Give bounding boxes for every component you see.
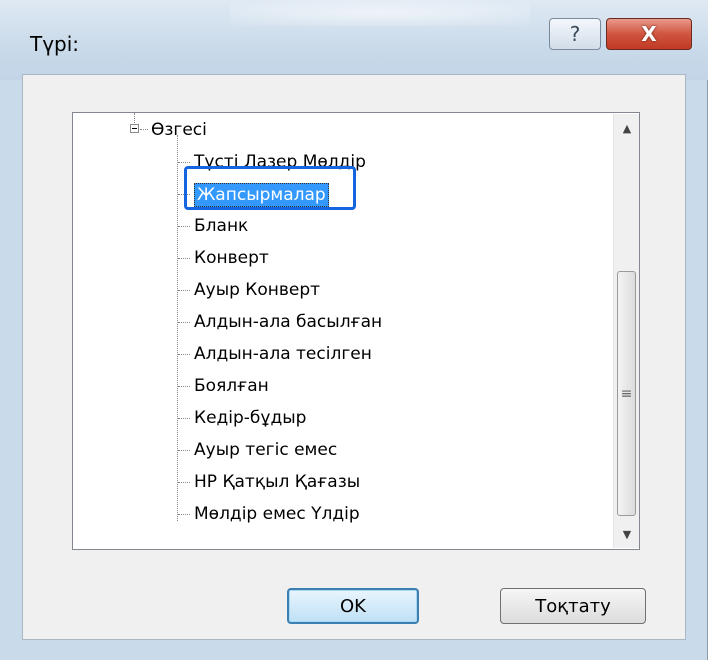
- tree-item[interactable]: Ауыр тегіс емес: [194, 439, 337, 461]
- tree-line-child: [178, 162, 190, 163]
- tree-item[interactable]: Конверт: [194, 247, 269, 269]
- tree-item[interactable]: HP Қатқыл Қағазы: [194, 471, 360, 493]
- tree-item[interactable]: Мөлдір емес Үлдір: [194, 503, 360, 525]
- scrollbar-thumb[interactable]: ≡: [617, 271, 636, 516]
- tree-line-child: [178, 226, 190, 227]
- tree-line-child: [178, 482, 190, 483]
- tree-line-child: [178, 514, 190, 515]
- tree-line-parent: [140, 129, 148, 130]
- close-icon: X: [641, 22, 657, 46]
- ok-button[interactable]: OK: [287, 588, 419, 624]
- collapse-icon[interactable]: [130, 124, 139, 133]
- help-icon: ?: [569, 22, 581, 46]
- tree-line-child: [178, 386, 190, 387]
- scroll-down-icon[interactable]: ▼: [614, 522, 639, 546]
- tree-line-child: [178, 290, 190, 291]
- tree-item-parent[interactable]: Өзгесі: [151, 119, 207, 141]
- paper-type-tree[interactable]: Өзгесі Түсті Лазер Мөлдір Жапсырмалар Блан…: [72, 112, 640, 550]
- tree-item[interactable]: Ауыр Конверт: [194, 279, 320, 301]
- title-bar-glare: [230, 0, 530, 26]
- selection-callout: [184, 166, 356, 210]
- dialog-title: Түрі:: [30, 32, 80, 56]
- help-button[interactable]: ?: [549, 18, 601, 50]
- tree-item[interactable]: Кедір-бұдыр: [194, 407, 306, 429]
- cancel-button[interactable]: Тоқтату: [500, 588, 646, 624]
- scroll-up-icon[interactable]: ▲: [614, 116, 639, 140]
- tree-item[interactable]: Боялған: [194, 375, 269, 397]
- grip-icon: ≡: [620, 385, 633, 402]
- tree-line-child: [178, 450, 190, 451]
- dialog-window: Түрі: ? X Өзгесі Түсті Лазер Мөлдір Жапсы…: [0, 0, 708, 660]
- title-bar[interactable]: [0, 0, 708, 80]
- tree-line-child: [178, 354, 190, 355]
- tree-item[interactable]: Алдын-ала басылған: [194, 311, 382, 333]
- tree-item[interactable]: Алдын-ала тесілген: [194, 343, 372, 365]
- tree-item[interactable]: Бланк: [194, 215, 248, 237]
- tree-line-children: [177, 135, 178, 521]
- close-button[interactable]: X: [606, 18, 692, 50]
- tree-line-child: [178, 322, 190, 323]
- tree-line-child: [178, 418, 190, 419]
- vertical-scrollbar[interactable]: ▲ ≡ ▼: [613, 114, 639, 548]
- tree-line-child: [178, 258, 190, 259]
